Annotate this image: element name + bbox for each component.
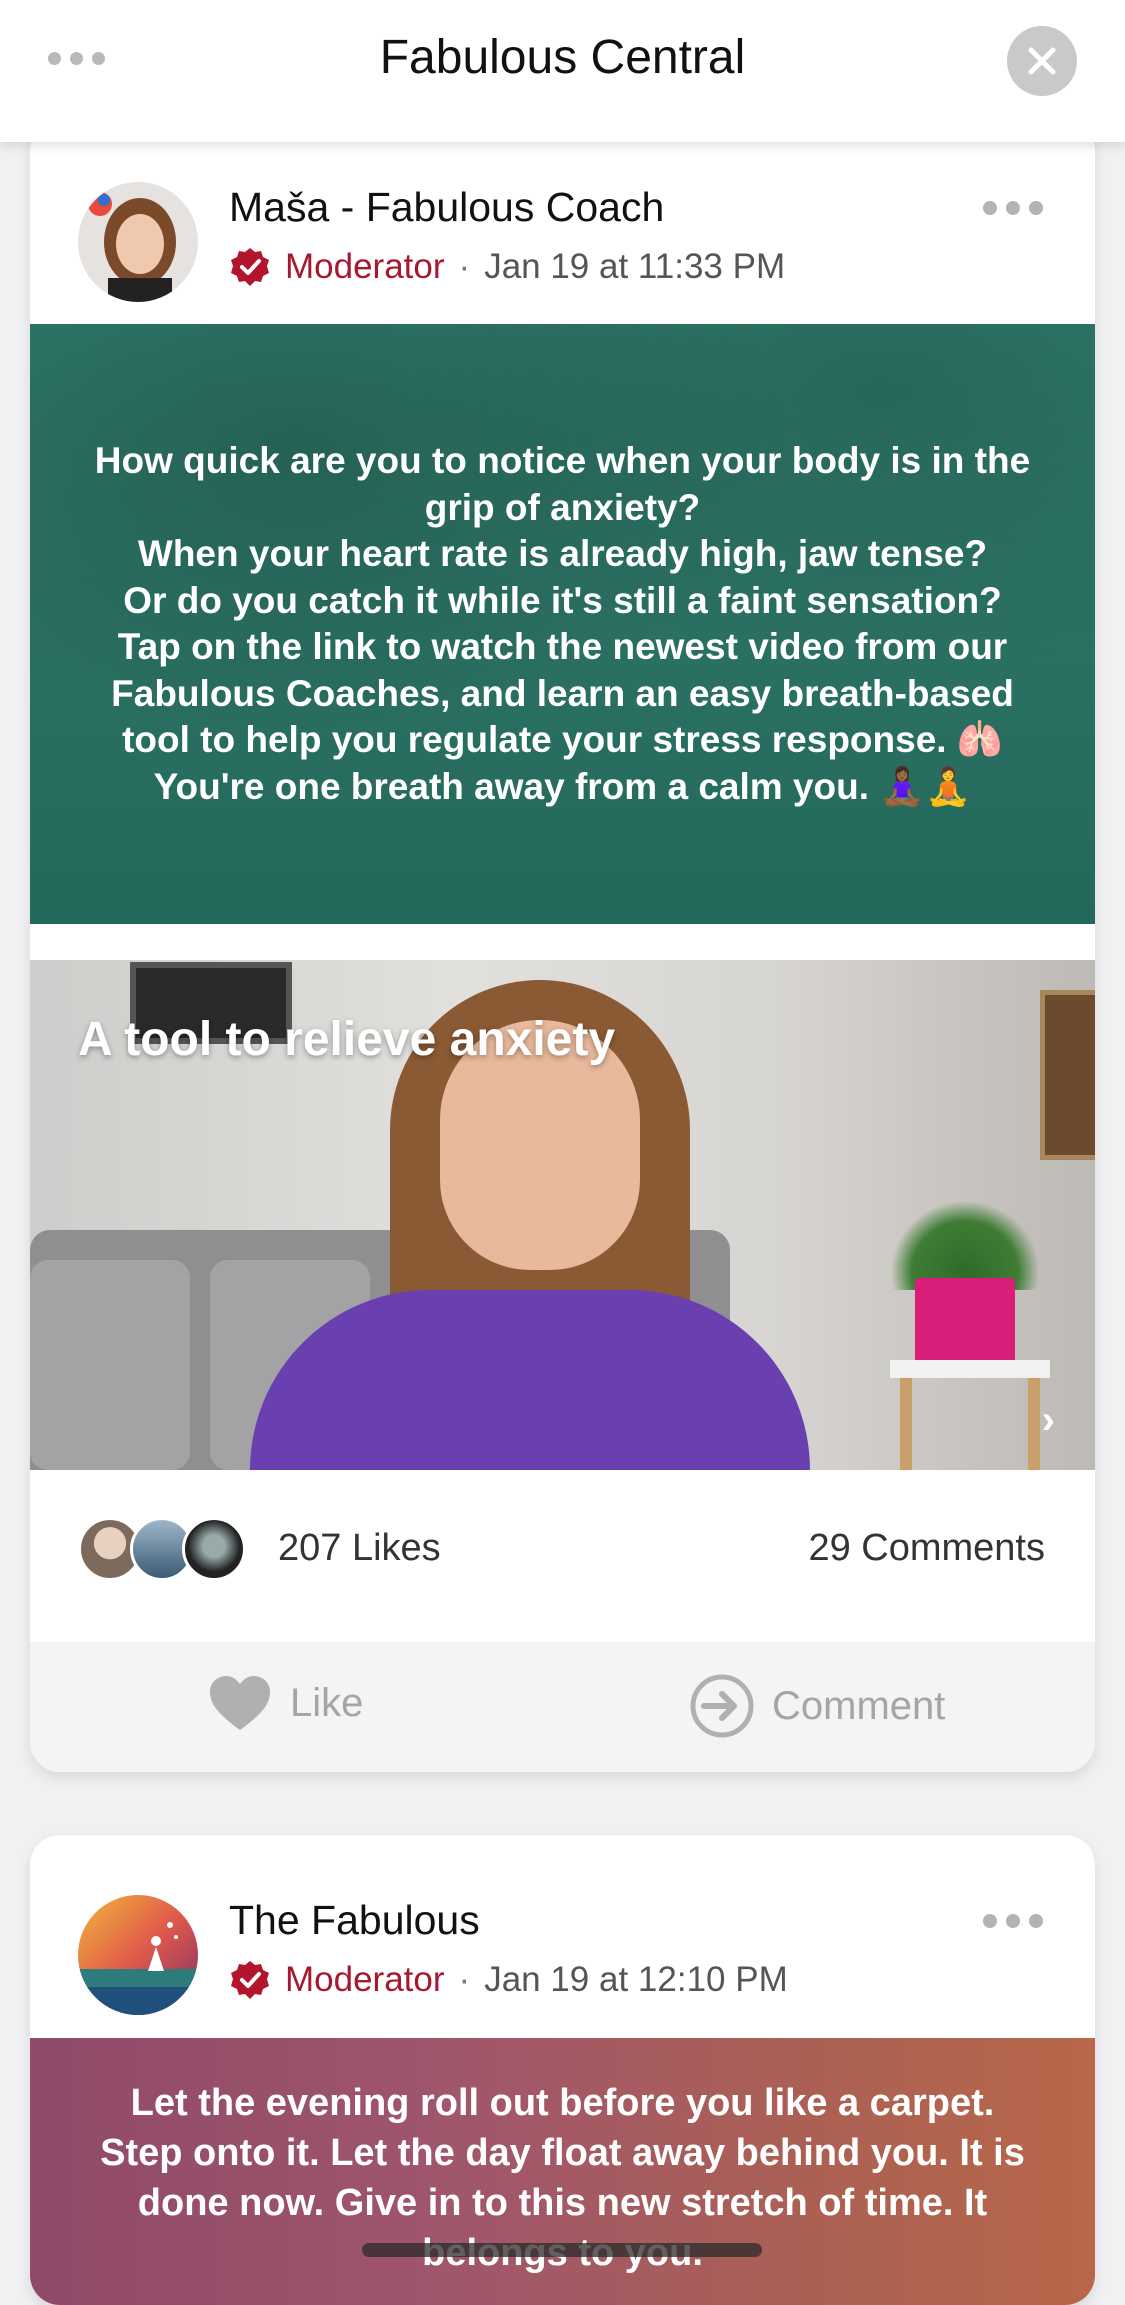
video-title: A tool to relieve anxiety	[78, 1013, 616, 1066]
post-options-icon[interactable]	[983, 1914, 1043, 1928]
post-card: Maša - Fabulous Coach Moderator · Jan 19…	[30, 120, 1095, 1772]
post-meta: Moderator · Jan 19 at 11:33 PM	[229, 246, 785, 288]
close-button[interactable]	[1007, 26, 1077, 96]
liker-avatar	[182, 1517, 246, 1581]
plant	[890, 1200, 1040, 1290]
likes-count[interactable]: 207 Likes	[278, 1527, 441, 1570]
post-line: Or do you catch it while it's still a fa…	[123, 579, 1002, 621]
like-button[interactable]: Like	[208, 1674, 363, 1732]
post-card: The Fabulous Moderator · Jan 19 at 12:10…	[30, 1835, 1095, 2305]
verified-badge-icon	[231, 1961, 269, 1999]
post-meta: Moderator · Jan 19 at 12:10 PM	[229, 1959, 788, 2001]
comment-label: Comment	[772, 1683, 946, 1728]
post-text-image: How quick are you to notice when your bo…	[30, 324, 1095, 924]
post-timestamp: Jan 19 at 11:33 PM	[484, 247, 786, 286]
role-label: Moderator	[285, 247, 445, 286]
meta-separator: ·	[458, 1960, 471, 1999]
post-line: When your heart rate is already high, ja…	[137, 533, 988, 574]
app-header: Fabulous Central	[0, 0, 1125, 142]
sofa-cushion	[30, 1260, 190, 1470]
wall-frame	[1040, 990, 1095, 1160]
post-actions: Like Comment	[30, 1642, 1095, 1772]
share-arrow-icon	[690, 1674, 754, 1738]
post-line: You're one breath away from a calm you. …	[153, 765, 972, 807]
author-name[interactable]: Maša - Fabulous Coach	[229, 184, 664, 231]
side-table	[890, 1360, 1050, 1470]
post-line: Tap on the link to watch the newest vide…	[111, 626, 1014, 760]
comments-count[interactable]: 29 Comments	[808, 1527, 1045, 1570]
verified-badge-icon	[231, 248, 269, 286]
meta-separator: ·	[458, 247, 471, 286]
page-title: Fabulous Central	[379, 31, 746, 84]
chevron-right-icon[interactable]: ›	[1042, 1398, 1055, 1443]
heart-icon	[210, 1676, 270, 1730]
video-thumbnail[interactable]: A tool to relieve anxiety ›	[30, 960, 1095, 1470]
role-label: Moderator	[285, 1960, 445, 1999]
author-avatar[interactable]	[78, 1895, 198, 2015]
close-icon	[1028, 47, 1056, 75]
comment-button[interactable]: Comment	[690, 1674, 945, 1738]
post-stats: 207 Likes 29 Comments	[30, 1505, 1095, 1595]
home-indicator	[362, 2243, 762, 2257]
post-timestamp: Jan 19 at 12:10 PM	[484, 1960, 788, 1999]
plant-pot	[915, 1278, 1015, 1370]
post-line: How quick are you to notice when your bo…	[94, 440, 1031, 528]
post-text-image: Let the evening roll out before you like…	[30, 2038, 1095, 2305]
author-name[interactable]: The Fabulous	[229, 1897, 480, 1944]
like-label: Like	[290, 1680, 364, 1725]
post-options-icon[interactable]	[983, 201, 1043, 215]
author-avatar[interactable]	[78, 182, 198, 302]
person-sweater	[250, 1290, 810, 1470]
